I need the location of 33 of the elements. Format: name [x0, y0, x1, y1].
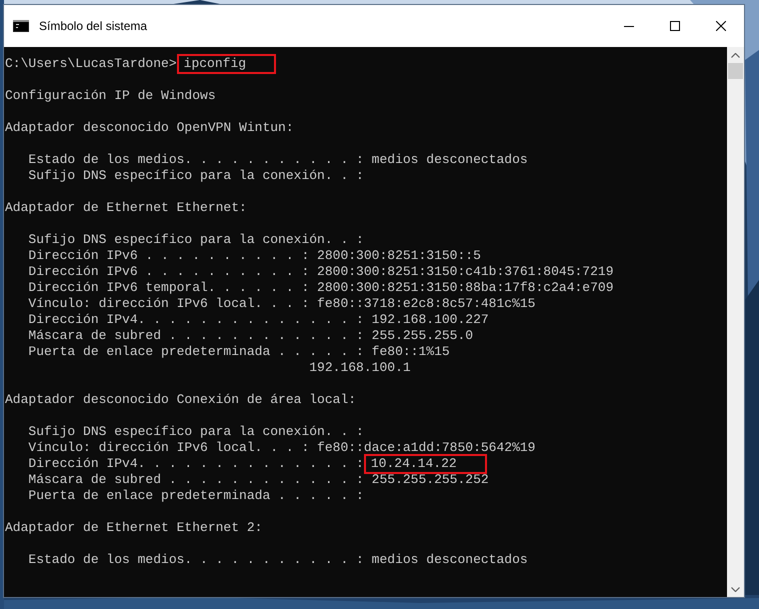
terminal-icon	[13, 20, 29, 32]
console-line: C:\Users\LucasTardone>	[5, 56, 177, 72]
scroll-down-icon[interactable]	[731, 587, 740, 592]
console-line: Configuración IP de Windows	[5, 88, 216, 104]
console-line: Adaptador desconocido Conexión de área local:	[5, 392, 356, 408]
console-line: Dirección IPv4. . . . . . . . . . . . . . :	[27, 456, 364, 472]
scroll-thumb[interactable]	[728, 63, 743, 79]
console-line: Máscara de subred . . . . . . . . . . . . : 255.255.255.0	[27, 328, 474, 344]
highlighted-text: 10.24.14.22	[364, 454, 487, 474]
console-line: Dirección IPv4. . . . . . . . . . . . . . : 192.168.100.227	[27, 312, 489, 328]
console-line: 192.168.100.1	[308, 360, 411, 376]
scroll-up-icon[interactable]	[731, 53, 740, 58]
console-line: Adaptador de Ethernet Ethernet:	[5, 200, 247, 216]
console-line: Puerta de enlace predeterminada . . . . . : fe80::1%15	[27, 344, 450, 360]
console-line: Puerta de enlace predeterminada . . . . . :	[27, 488, 364, 504]
console-line: Adaptador de Ethernet Ethernet 2:	[5, 520, 262, 536]
console-line: Sufijo DNS específico para la conexión. . :	[27, 424, 364, 440]
console-line: Sufijo DNS específico para la conexión. . :	[27, 168, 364, 184]
console-line: Dirección IPv6 . . . . . . . . . . : 2800:300:8251:3150:c41b:3761:8045:7219	[27, 264, 614, 280]
console-line: Adaptador desconocido OpenVPN Wintun:	[5, 120, 294, 136]
scrollbar[interactable]	[727, 47, 744, 597]
close-icon	[716, 21, 726, 31]
console-line: Máscara de subred . . . . . . . . . . . . : 255.255.255.252	[27, 472, 489, 488]
console-line: Sufijo DNS específico para la conexión. . :	[27, 232, 364, 248]
console-line: Estado de los medios. . . . . . . . . . . : medios desconectados	[27, 152, 528, 168]
console-line: Dirección IPv6 temporal. . . . . . : 2800:300:8251:3150:88ba:17f8:c2a4:e709	[27, 280, 614, 296]
console-line: Vínculo: dirección IPv6 local. . . : fe80::3718:e2c8:8c57:481c%15	[27, 296, 536, 312]
console-line: Vínculo: dirección IPv6 local. . . : fe80::dace:a1dd:7850:5642%19	[27, 440, 536, 456]
console-line: Estado de los medios. . . . . . . . . . . : medios desconectados	[27, 552, 528, 568]
window-title: Símbolo del sistema	[39, 18, 148, 35]
console-line: Dirección IPv6 . . . . . . . . . . : 2800:300:8251:3150::5	[27, 248, 481, 264]
maximize-icon	[670, 21, 680, 31]
highlighted-text: ipconfig	[176, 54, 276, 74]
